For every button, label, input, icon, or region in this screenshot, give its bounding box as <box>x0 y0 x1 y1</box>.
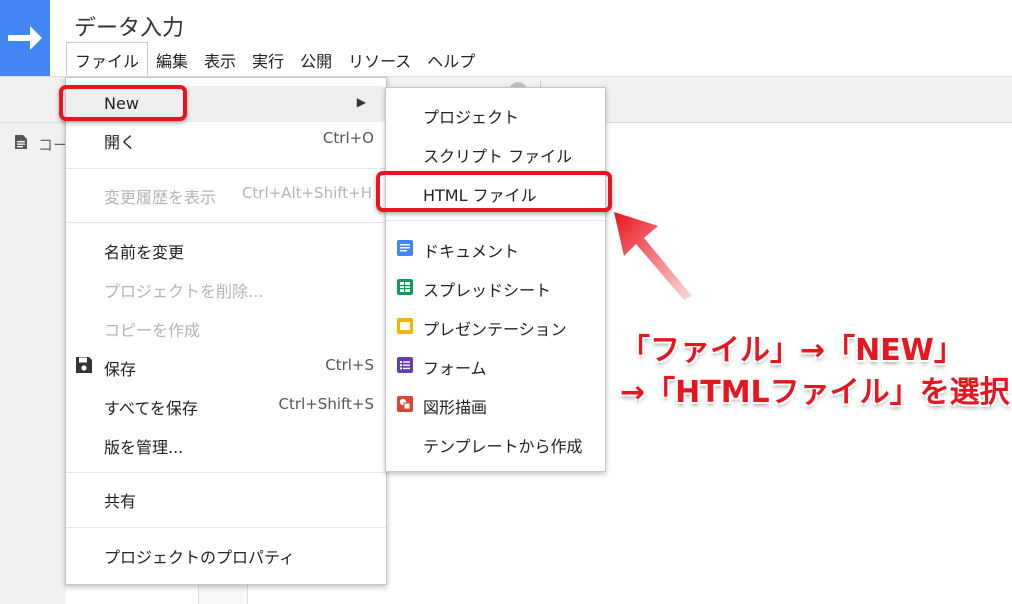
submenu-item-forms[interactable]: フォーム <box>386 346 605 382</box>
submenu-item-label: フォーム <box>423 359 487 378</box>
slides-icon <box>397 318 413 334</box>
menu-divider <box>66 527 386 528</box>
submenu-item-label: 図形描画 <box>423 398 488 417</box>
menu-divider <box>66 472 386 473</box>
menu-item-delete-project: プロジェクトを削除... <box>66 270 386 306</box>
annotation-line-1: 「ファイル」→「NEW」 <box>620 333 964 368</box>
submenu-item-label: プレゼンテーション <box>423 320 567 339</box>
highlight-html-file <box>376 171 612 212</box>
menu-divider <box>66 168 386 169</box>
project-title[interactable]: データ入力 <box>74 10 184 42</box>
arrow-right-icon <box>8 26 42 50</box>
menu-item-save-all[interactable]: すべてを保存 Ctrl+Shift+S <box>66 387 386 423</box>
submenu-arrow-icon: ▶ <box>356 95 366 109</box>
submenu-item-sheets[interactable]: スプレッドシート <box>386 268 605 304</box>
submenu-divider <box>386 220 605 221</box>
save-icon <box>76 357 92 373</box>
menu-divider <box>66 222 386 223</box>
drawings-icon <box>397 396 413 412</box>
submenu-item-project[interactable]: プロジェクト <box>386 95 605 131</box>
menu-item-label: すべてを保存 <box>104 399 198 418</box>
submenu-item-slides[interactable]: プレゼンテーション <box>386 307 605 343</box>
menu-item-label: コピーを作成 <box>104 321 201 340</box>
submenu-item-label: スクリプト ファイル <box>423 147 573 166</box>
menu-item-shortcut: Ctrl+Shift+S <box>278 395 374 413</box>
menu-item-rename[interactable]: 名前を変更 <box>66 231 386 267</box>
menu-item-make-copy: コピーを作成 <box>66 309 386 345</box>
menu-item-shortcut: Ctrl+Alt+Shift+H <box>241 184 372 202</box>
file-list-item-label[interactable]: コー <box>38 134 68 155</box>
menu-item-label: プロジェクトを削除... <box>104 282 264 301</box>
docs-icon <box>397 240 413 256</box>
new-submenu: プロジェクト スクリプト ファイル HTML ファイル ドキュメント スプレッド… <box>385 87 606 472</box>
menu-item-label: 開く <box>104 133 137 152</box>
submenu-item-label: ドキュメント <box>423 242 520 261</box>
menu-bar: ファイル 編集 表示 実行 公開 リソース ヘルプ <box>66 42 483 76</box>
sheets-icon <box>397 279 413 295</box>
menu-item-save[interactable]: 保存 Ctrl+S <box>66 348 386 384</box>
submenu-item-from-template[interactable]: テンプレートから作成 <box>386 424 605 460</box>
menu-item-project-properties[interactable]: プロジェクトのプロパティ <box>66 536 386 572</box>
menu-view[interactable]: 表示 <box>196 42 244 76</box>
menu-item-label: 保存 <box>104 360 137 379</box>
app-logo[interactable] <box>0 0 50 76</box>
submenu-item-label: プロジェクト <box>423 108 520 127</box>
menu-edit[interactable]: 編集 <box>148 42 196 76</box>
menu-item-shortcut: Ctrl+S <box>325 356 374 374</box>
submenu-item-label: テンプレートから作成 <box>423 437 583 456</box>
annotation-line-2: →「HTMLファイル」を選択 <box>620 375 1010 410</box>
menu-item-label: 変更履歴を表示 <box>104 188 217 207</box>
highlight-new <box>59 85 187 121</box>
annotation-arrow-icon <box>614 212 692 300</box>
submenu-item-docs[interactable]: ドキュメント <box>386 229 605 265</box>
menu-run[interactable]: 実行 <box>244 42 292 76</box>
submenu-item-script-file[interactable]: スクリプト ファイル <box>386 134 605 170</box>
menu-item-manage-versions[interactable]: 版を管理... <box>66 426 386 462</box>
forms-icon <box>397 357 413 373</box>
file-icon <box>15 135 27 149</box>
file-menu: New ▶ 開く Ctrl+O 変更履歴を表示 Ctrl+Alt+Shift+H… <box>65 77 387 585</box>
menu-item-label: 共有 <box>104 492 137 511</box>
submenu-item-label: スプレッドシート <box>423 281 552 300</box>
menu-item-shortcut: Ctrl+O <box>322 129 374 147</box>
menu-item-label: 名前を変更 <box>104 243 185 262</box>
menu-publish[interactable]: 公開 <box>292 42 340 76</box>
menu-item-show-history: 変更履歴を表示 Ctrl+Alt+Shift+H <box>66 176 386 212</box>
menu-help[interactable]: ヘルプ <box>419 42 483 76</box>
menu-item-label: 版を管理... <box>104 438 184 457</box>
menu-item-label: プロジェクトのプロパティ <box>104 548 296 567</box>
submenu-item-drawings[interactable]: 図形描画 <box>386 385 605 421</box>
menu-file[interactable]: ファイル <box>66 42 149 76</box>
file-list-panel <box>0 123 66 604</box>
menu-item-open[interactable]: 開く Ctrl+O <box>66 121 386 157</box>
instruction-annotation: 「ファイル」→「NEW」 →「HTMLファイル」を選択 <box>620 330 1010 414</box>
menu-item-share[interactable]: 共有 <box>66 480 386 516</box>
menu-resources[interactable]: リソース <box>340 42 419 76</box>
